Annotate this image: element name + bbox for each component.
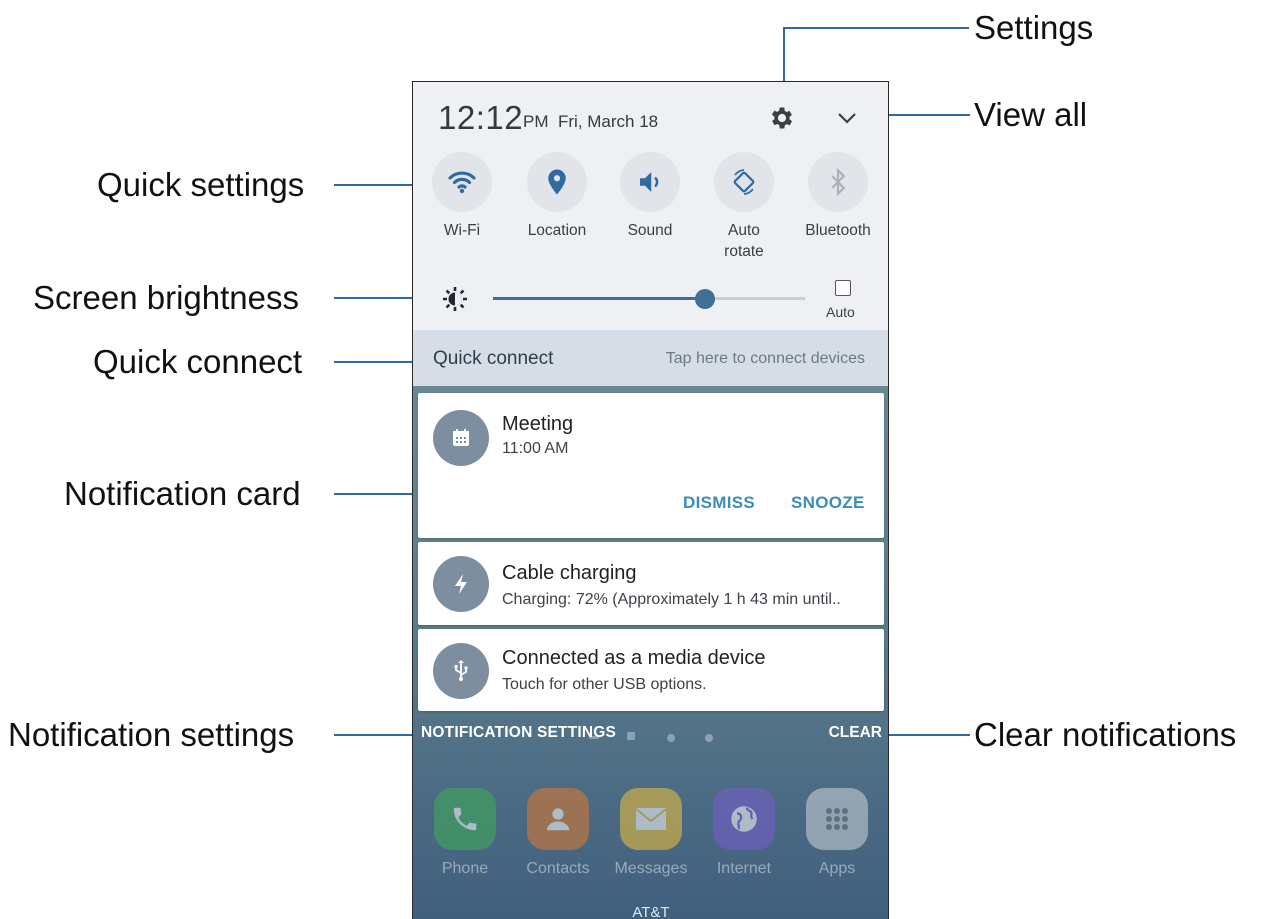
quick-connect-bar[interactable]: Quick connect Tap here to connect device… [413,330,889,386]
callout-clear-notifications: Clear notifications [974,716,1237,753]
callout-quick-settings: Quick settings [97,166,305,203]
carrier-label: AT&T [632,904,670,919]
auto-brightness-label: Auto [826,304,855,320]
qs-sound[interactable]: Sound [605,152,695,241]
qs-auto-rotate-label: Auto rotate [724,222,764,260]
brightness-icon [440,284,470,314]
status-date: Fri, March 18 [558,112,659,131]
notification-card-meeting[interactable]: Meeting 11:00 AM DISMISS SNOOZE [418,393,884,538]
apps-grid-icon [806,788,868,850]
location-pin-icon [527,152,587,212]
callout-screen-brightness: Screen brightness [33,279,299,316]
quick-settings-row: Wi-Fi Location Sound Auto rotate Bluetoo… [413,152,889,262]
callout-notification-settings: Notification settings [8,716,295,753]
phone-icon [434,788,496,850]
app-internet[interactable]: Internet [699,788,789,878]
quick-panel: 12:12 PM Fri, March 18 Wi-Fi Location So… [413,82,889,330]
callout-clear-notifications-line [887,734,970,736]
speaker-icon [620,152,680,212]
app-label: Internet [716,860,772,877]
chevron-down-icon[interactable] [835,106,859,130]
brightness-slider-thumb[interactable] [695,289,716,309]
auto-rotate-icon [714,152,774,212]
quick-connect-hint: Tap here to connect devices [665,350,865,367]
contact-icon [527,788,589,850]
app-label: Messages [614,860,688,877]
status-time: 12:12 [438,99,524,136]
callout-quick-connect: Quick connect [93,343,303,380]
qs-bluetooth-label: Bluetooth [805,222,871,239]
callout-notification-card: Notification card [64,475,301,512]
qs-location[interactable]: Location [512,152,602,241]
envelope-icon [620,788,682,850]
home-dock: Phone Contacts Messages Internet Apps AT… [413,788,889,919]
brightness-slider[interactable] [493,289,805,309]
notification-footer: NOTIFICATION SETTINGS CLEAR [413,714,889,748]
wifi-icon [432,152,492,212]
quick-connect-title: Quick connect [433,348,554,369]
callout-settings: Settings [974,9,1094,46]
notification-title: Cable charging [502,562,637,584]
auto-brightness-checkbox[interactable] [835,280,851,296]
calendar-icon [433,410,489,466]
notification-subtitle: Charging: 72% (Approximately 1 h 43 min … [502,591,841,608]
notification-subtitle: 11:00 AM [502,440,569,457]
notification-title: Meeting [502,413,574,435]
app-contacts[interactable]: Contacts [513,788,603,878]
app-label: Contacts [526,860,590,877]
globe-icon [713,788,775,850]
notification-card-usb[interactable]: Connected as a media device Touch for ot… [418,629,884,711]
status-ampm: PM [523,112,549,131]
qs-bluetooth[interactable]: Bluetooth [793,152,883,241]
callout-view-all: View all [974,96,1088,133]
app-phone[interactable]: Phone [420,788,510,878]
snooze-button[interactable]: SNOOZE [791,493,865,513]
app-label: Apps [818,860,856,877]
qs-sound-label: Sound [627,222,673,239]
app-label: Phone [441,860,489,877]
bluetooth-icon [808,152,868,212]
brightness-row: Auto [413,274,889,330]
bolt-icon [433,556,489,612]
qs-location-label: Location [527,222,587,239]
usb-icon [433,643,489,699]
gear-icon[interactable] [768,104,796,132]
callout-notification-settings-line [334,734,414,736]
qs-wifi-label: Wi-Fi [443,222,481,239]
app-messages[interactable]: Messages [606,788,696,878]
notification-card-charging[interactable]: Cable charging Charging: 72% (Approximat… [418,542,884,625]
notification-subtitle: Touch for other USB options. [502,676,707,693]
notification-title: Connected as a media device [502,647,766,669]
qs-auto-rotate[interactable]: Auto rotate [699,152,789,262]
dismiss-button[interactable]: DISMISS [683,493,755,513]
clear-button[interactable]: CLEAR [829,724,882,742]
phone-screen: 12:12 PM Fri, March 18 Wi-Fi Location So… [413,82,889,919]
callout-settings-line-h [783,27,969,29]
notification-settings-button[interactable]: NOTIFICATION SETTINGS [421,724,616,742]
app-apps[interactable]: Apps [792,788,882,878]
brightness-slider-fill [493,297,706,300]
qs-wifi[interactable]: Wi-Fi [417,152,507,241]
